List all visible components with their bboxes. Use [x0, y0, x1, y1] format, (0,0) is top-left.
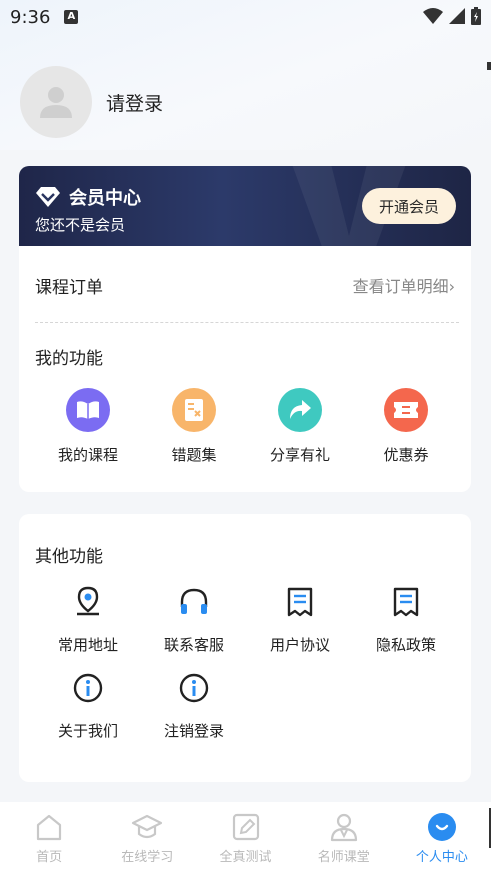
tab-home[interactable]: 首页 [0, 802, 98, 872]
tab-home-label: 首页 [36, 850, 63, 865]
tab-mock-test-label: 全真测试 [219, 850, 272, 865]
wrong-questions-label: 错题集 [171, 446, 217, 464]
tab-personal-center-label: 个人中心 [415, 850, 468, 865]
coupons-item[interactable]: 优惠券 [353, 388, 459, 465]
login-link[interactable]: 请登录 [106, 89, 163, 116]
user-agreement-item[interactable]: 用户协议 [247, 582, 353, 655]
profile-header[interactable]: 请登录 [20, 66, 163, 138]
notification-icon: A [64, 10, 79, 24]
other-functions-card: 其他功能 常用地址 联系客服 用户协议 隐私政策 关于我们 注销登录 [19, 514, 471, 782]
open-membership-button[interactable]: 开通会员 [362, 188, 456, 224]
graduation-cap-icon [132, 814, 163, 839]
my-courses-item[interactable]: 我的课程 [35, 388, 141, 465]
privacy-policy-label: 隐私政策 [375, 636, 436, 654]
tab-famous-teachers[interactable]: 名师课堂 [295, 802, 393, 872]
tab-online-learning[interactable]: 在线学习 [98, 802, 196, 872]
user-agreement-label: 用户协议 [269, 636, 330, 654]
pencil-icon [232, 813, 259, 841]
address-label: 常用地址 [57, 636, 118, 654]
member-status: 您还不是会员 [35, 216, 126, 234]
view-order-details-link[interactable]: 查看订单明细› [353, 273, 455, 297]
battery-icon [471, 7, 481, 25]
my-functions-grid: 我的课程 错题集 分享有礼 优惠券 [35, 388, 459, 465]
headset-icon [174, 582, 214, 622]
chevron-right-icon: › [448, 277, 455, 296]
about-us-label: 关于我们 [57, 722, 118, 740]
share-icon [278, 388, 322, 432]
member-title: 会员中心 [35, 184, 141, 210]
share-gift-label: 分享有礼 [269, 446, 330, 464]
info-icon [174, 668, 214, 708]
user-placeholder-icon [40, 87, 72, 118]
scroll-indicator [487, 62, 491, 70]
other-functions-row-2: 关于我们 注销登录 [35, 668, 247, 741]
divider [35, 322, 459, 323]
diamond-icon [36, 187, 60, 207]
functions-card: 课程订单 查看订单明细› 我的功能 我的课程 错题集 分享有礼 优惠券 [19, 246, 471, 492]
wrong-questions-item[interactable]: 错题集 [141, 388, 247, 465]
avatar[interactable] [20, 66, 92, 138]
coupons-label: 优惠券 [383, 446, 429, 464]
bottom-tab-bar: 首页 在线学习 全真测试 名师课堂 个人中心 [0, 802, 491, 872]
privacy-policy-item[interactable]: 隐私政策 [353, 582, 459, 655]
wifi-icon [423, 8, 443, 24]
customer-service-item[interactable]: 联系客服 [141, 582, 247, 655]
address-item[interactable]: 常用地址 [35, 582, 141, 655]
notebook-icon [172, 388, 216, 432]
tab-personal-center[interactable]: 个人中心 [393, 802, 491, 872]
document-icon [280, 582, 320, 622]
course-orders-row[interactable]: 课程订单 查看订单明细› [19, 246, 471, 324]
share-gift-item[interactable]: 分享有礼 [247, 388, 353, 465]
other-functions-row-1: 常用地址 联系客服 用户协议 隐私政策 [35, 582, 459, 655]
logout-item[interactable]: 注销登录 [141, 668, 247, 741]
document-icon [386, 582, 426, 622]
tab-online-learning-label: 在线学习 [121, 850, 174, 865]
view-order-details-label: 查看订单明细 [352, 277, 449, 296]
member-center-card: 会员中心 您还不是会员 开通会员 [19, 166, 471, 246]
home-icon [36, 814, 62, 841]
location-icon [68, 582, 108, 622]
signal-icon [449, 8, 465, 24]
book-icon [66, 388, 110, 432]
info-icon [68, 668, 108, 708]
status-icons [423, 7, 481, 25]
about-us-item[interactable]: 关于我们 [35, 668, 141, 741]
customer-service-label: 联系客服 [163, 636, 224, 654]
my-courses-label: 我的课程 [57, 446, 118, 464]
logout-label: 注销登录 [163, 722, 224, 740]
status-time: 9:36 [10, 6, 51, 28]
other-functions-title: 其他功能 [35, 547, 103, 567]
teacher-icon [330, 813, 357, 842]
status-bar: 9:36 A [0, 0, 491, 34]
my-functions-title: 我的功能 [35, 349, 103, 369]
coupon-icon [384, 388, 428, 432]
course-orders-title: 课程订单 [35, 277, 103, 298]
profile-icon [427, 813, 456, 841]
tab-mock-test[interactable]: 全真测试 [196, 802, 294, 872]
tab-famous-teachers-label: 名师课堂 [317, 850, 370, 865]
member-title-text: 会员中心 [69, 188, 141, 209]
